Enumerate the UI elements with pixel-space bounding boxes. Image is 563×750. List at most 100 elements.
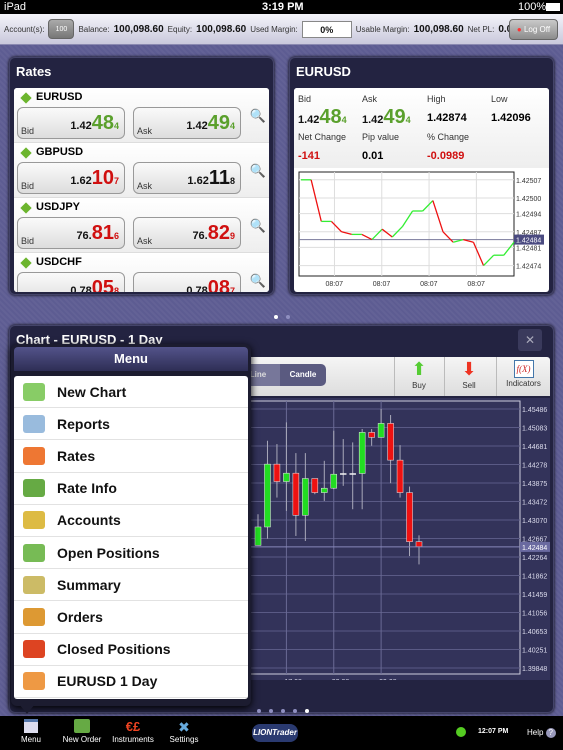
menu-item[interactable]: Open Positions xyxy=(14,537,248,570)
ask-label: Ask xyxy=(362,94,378,104)
close-chart-button[interactable]: ✕ xyxy=(518,329,542,351)
menu-item[interactable]: Accounts xyxy=(14,505,248,537)
arrow-down-icon: ⬇ xyxy=(461,359,477,379)
magnifier-icon[interactable]: 🔍 xyxy=(250,163,266,179)
tab-new-order[interactable]: New Order xyxy=(57,719,107,744)
ask-quote-button[interactable]: Ask 1.42494 xyxy=(133,107,241,139)
bid-quote-button[interactable]: Bid 1.42484 xyxy=(17,107,125,139)
menu-title: Menu xyxy=(14,347,248,371)
candle-body xyxy=(368,432,375,438)
menu-item-icon xyxy=(17,476,51,500)
y-tick-label: 1.39848 xyxy=(522,666,547,673)
candle-body xyxy=(292,472,300,516)
candle-body xyxy=(264,463,271,528)
menu-item[interactable]: Summary xyxy=(14,569,248,602)
magnifier-icon[interactable]: 🔍 xyxy=(250,108,266,124)
y-tick-label: 1.42494 xyxy=(516,212,541,219)
menu-list: New Chart Reports Rates Rate Info Accounts Op… xyxy=(14,376,248,699)
account-bar: Account(s): 100 Balance: 100,098.60 Equit… xyxy=(0,14,563,45)
equity-label: Equity: xyxy=(167,24,193,34)
y-tick-label: 1.45486 xyxy=(522,407,547,414)
current-price-label: 1.42484 xyxy=(516,238,541,245)
candle-body xyxy=(358,432,366,474)
symbol-name: USDJPY xyxy=(36,201,81,213)
menu-item[interactable]: Orders xyxy=(14,601,248,634)
rates-list[interactable]: EURUSD Bid 1.42484 Ask 1.42494 🔍 GBPUSD Bid 1.62… xyxy=(14,88,269,292)
bid-value: 1.42484 xyxy=(298,106,347,128)
x-tick-label: 08:07 xyxy=(325,281,343,288)
ask-quote-button[interactable]: Ask0.78087 xyxy=(133,272,241,292)
candle-body xyxy=(349,473,356,475)
symbol-name: GBPUSD xyxy=(36,146,84,158)
candle-body xyxy=(330,473,338,489)
rate-row[interactable]: EURUSD Bid 1.42484 Ask 1.42494 🔍 xyxy=(14,88,269,143)
magnifier-icon[interactable]: 🔍 xyxy=(250,218,266,234)
help-button[interactable]: Help ? xyxy=(527,728,556,738)
menu-item[interactable]: Reports xyxy=(14,408,248,441)
ask-value: 1.42494 xyxy=(362,106,411,128)
battery-icon xyxy=(546,3,560,11)
rate-row[interactable]: USDJPY Bid 76.816 Ask 76.829 🔍 xyxy=(14,198,269,253)
page-indicator[interactable] xyxy=(270,306,294,324)
log-off-button[interactable]: ● Log Off xyxy=(509,19,558,40)
page-dot[interactable] xyxy=(274,315,278,319)
liontrader-logo: LIONTrader xyxy=(252,724,298,742)
buy-label: Buy xyxy=(412,381,426,390)
candle-body xyxy=(396,459,404,493)
bid-quote-button[interactable]: Bid 1.62107 xyxy=(17,162,125,194)
y-tick-label: 1.43472 xyxy=(522,500,547,507)
menu-item[interactable]: Rate Info xyxy=(14,473,248,505)
tab-settings[interactable]: ✖ Settings xyxy=(159,719,209,744)
status-diamond-icon xyxy=(20,92,32,104)
rate-row[interactable]: USDCHF Bid0.78058 Ask0.78087 🔍 xyxy=(14,253,269,292)
candle-tab[interactable]: Candle xyxy=(280,364,326,386)
battery-level: 100% xyxy=(518,1,547,13)
candle-body xyxy=(311,478,319,493)
tab-instruments[interactable]: €£ Instruments xyxy=(108,719,158,744)
indicators-label: Indicators xyxy=(506,379,541,388)
x-tick-label: 08:07 xyxy=(420,281,438,288)
rates-title: Rates xyxy=(16,64,52,79)
balance-value: 100,098.60 xyxy=(113,23,164,35)
menu-item-icon xyxy=(17,508,51,532)
detail-title: EURUSD xyxy=(296,64,351,79)
candle-body xyxy=(387,423,394,461)
ask-quote-button[interactable]: Ask 76.829 xyxy=(133,217,241,249)
tools-icon: ✖ xyxy=(178,719,190,735)
tab-menu[interactable]: Menu xyxy=(6,719,56,744)
candle-body xyxy=(406,492,413,542)
usable-margin-label: Usable Margin: xyxy=(355,24,410,34)
y-tick-label: 1.43070 xyxy=(522,518,547,525)
bid-quote-button[interactable]: Bid0.78058 xyxy=(17,272,125,292)
menu-item[interactable]: EURUSD 1 Day xyxy=(14,666,248,698)
log-off-label: Log Off xyxy=(523,25,551,34)
status-diamond-icon xyxy=(20,147,32,159)
bid-label: Bid xyxy=(298,94,312,104)
page-dot[interactable] xyxy=(286,315,290,319)
net-change-label: Net Change xyxy=(298,132,347,142)
pip-value: 0.01 xyxy=(362,150,384,162)
pip-value-label: Pip value xyxy=(362,132,400,142)
net-change-value: -141 xyxy=(298,150,321,162)
low-label: Low xyxy=(491,94,508,104)
x-tick-label: 23:08 xyxy=(332,679,350,680)
indicators-button[interactable]: f(X) Indicators xyxy=(496,357,550,396)
y-tick-label: 1.42500 xyxy=(516,196,541,203)
tick-line-chart: 1.425071.425001.424941.424871.424811.424… xyxy=(298,171,544,288)
menu-item-icon xyxy=(17,444,51,468)
y-tick-label: 1.44278 xyxy=(522,462,547,469)
buy-button[interactable]: ⬆ Buy xyxy=(394,357,443,396)
sell-button[interactable]: ⬇ Sell xyxy=(444,357,493,396)
bottom-tab-bar: Menu New Order €£ Instruments ✖ Settings L… xyxy=(0,716,563,750)
ask-quote-button[interactable]: Ask 1.62118 xyxy=(133,162,241,194)
menu-item[interactable]: Rates xyxy=(14,440,248,473)
magnifier-icon[interactable]: 🔍 xyxy=(250,273,266,289)
menu-item[interactable]: Closed Positions xyxy=(14,634,248,666)
bid-quote-button[interactable]: Bid 76.816 xyxy=(17,217,125,249)
high-label: High xyxy=(427,94,446,104)
menu-item[interactable]: New Chart xyxy=(14,376,248,409)
x-tick-label: 08:07 xyxy=(373,281,391,288)
account-selector-button[interactable]: 100 xyxy=(48,19,75,39)
rate-row[interactable]: GBPUSD Bid 1.62107 Ask 1.62118 🔍 xyxy=(14,143,269,198)
candle-body xyxy=(339,473,347,475)
